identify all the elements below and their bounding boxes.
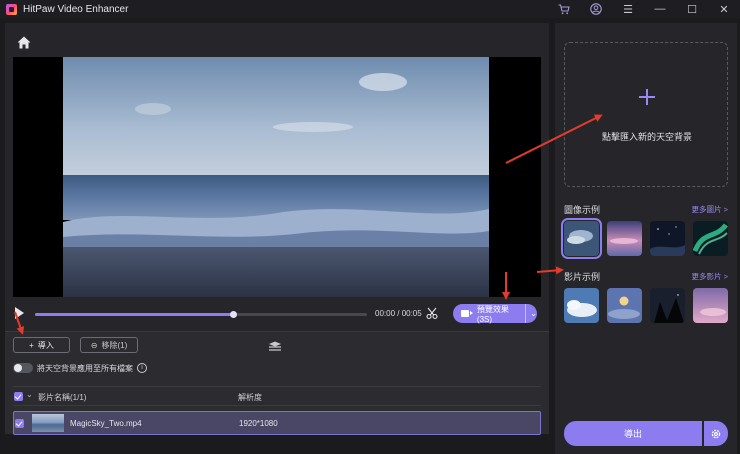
gear-icon <box>711 429 721 438</box>
import-label: 導入 <box>37 340 54 350</box>
title-bar-controls: ☰ — ☐ ✕ <box>548 0 740 18</box>
video-thumbnail <box>32 414 64 432</box>
remove-button[interactable]: ⊖ 移除(1) <box>80 337 138 353</box>
maximize-icon[interactable]: ☐ <box>676 0 708 18</box>
time-display: 00:00 / 00:05 <box>375 309 422 318</box>
video-examples-title: 影片示例 <box>564 272 601 282</box>
menu-icon[interactable]: ☰ <box>612 0 644 18</box>
image-examples-title: 圖像示例 <box>564 205 601 215</box>
column-header-resolution: 解析度 <box>238 393 262 402</box>
info-icon[interactable]: i <box>137 363 147 373</box>
file-list-panel: + 導入 ⊖ 移除(1) 將天空背景應用至所有檔案 i ⌄ 影片名稱(1/1) … <box>5 331 549 435</box>
row-checkbox[interactable] <box>15 419 24 428</box>
title-bar: HitPaw Video Enhancer ☰ — ☐ ✕ <box>0 0 740 18</box>
table-row[interactable]: MagicSky_Two.mp4 1920*1080 <box>13 411 541 435</box>
export-label: 導出 <box>623 429 642 439</box>
image-examples-list <box>561 218 728 259</box>
column-header-name: 影片名稱(1/1) <box>38 393 87 402</box>
image-example-3[interactable] <box>650 221 685 256</box>
image-example-4[interactable] <box>693 221 728 256</box>
play-button[interactable] <box>15 307 24 319</box>
scissors-icon[interactable] <box>425 306 439 320</box>
select-all-checkbox[interactable] <box>14 392 23 401</box>
export-button[interactable]: 導出 <box>564 421 702 446</box>
account-icon[interactable] <box>580 0 612 18</box>
home-icon[interactable] <box>17 36 31 49</box>
playback-controls: 00:00 / 00:05 預覽效果(3S) ⌄ <box>5 301 549 327</box>
video-frame-image <box>63 57 489 297</box>
close-icon[interactable]: ✕ <box>708 0 740 18</box>
video-example-1[interactable] <box>564 288 599 323</box>
sky-background-panel: 點擊匯入新的天空背景 圖像示例 更多圖片 > 影片示例 更多影片 > 導出 <box>555 23 737 454</box>
video-example-4[interactable] <box>693 288 728 323</box>
video-example-2[interactable] <box>607 288 642 323</box>
import-button[interactable]: + 導入 <box>13 337 70 353</box>
editor-panel: 00:00 / 00:05 預覽效果(3S) ⌄ + 導入 ⊖ 移除(1) 將天… <box>5 23 549 435</box>
dropzone-label: 點擊匯入新的天空背景 <box>601 132 692 142</box>
chevron-down-icon[interactable]: ⌄ <box>26 390 33 399</box>
layers-icon[interactable] <box>268 340 282 352</box>
video-preview[interactable] <box>13 57 541 297</box>
image-example-2[interactable] <box>607 221 642 256</box>
file-table-header: ⌄ 影片名稱(1/1) 解析度 <box>13 386 541 406</box>
export-settings-button[interactable] <box>704 421 728 446</box>
chevron-down-icon[interactable]: ⌄ <box>525 304 537 323</box>
app-title: HitPaw Video Enhancer <box>23 3 129 15</box>
plus-icon: + <box>29 340 34 350</box>
progress-slider[interactable] <box>35 311 367 318</box>
video-camera-icon <box>461 310 473 317</box>
image-example-1[interactable] <box>561 218 602 259</box>
progress-fill <box>35 311 238 318</box>
app-logo-icon <box>6 3 17 15</box>
minimize-icon[interactable]: — <box>644 0 676 18</box>
more-videos-link[interactable]: 更多影片 > <box>692 271 728 282</box>
preview-effect-button[interactable]: 預覽效果(3S) ⌄ <box>453 304 537 324</box>
apply-all-row: 將天空背景應用至所有檔案 i <box>13 362 147 374</box>
file-name: MagicSky_Two.mp4 <box>70 419 142 428</box>
video-example-3[interactable] <box>650 288 685 323</box>
import-sky-dropzone[interactable]: 點擊匯入新的天空背景 <box>564 42 728 187</box>
video-examples-list <box>564 288 728 323</box>
more-images-link[interactable]: 更多圖片 > <box>692 204 728 215</box>
app-window: HitPaw Video Enhancer ☰ — ☐ ✕ 00:00 / 00… <box>0 0 740 454</box>
cart-icon[interactable] <box>548 0 580 18</box>
progress-handle[interactable] <box>230 311 238 318</box>
file-resolution: 1920*1080 <box>239 419 278 428</box>
remove-icon: ⊖ <box>90 340 98 350</box>
preview-effect-label: 預覽效果(3S) <box>476 304 509 324</box>
apply-all-toggle[interactable] <box>13 363 33 373</box>
remove-label: 移除(1) <box>101 340 128 350</box>
apply-all-label: 將天空背景應用至所有檔案 <box>37 363 133 373</box>
plus-icon <box>639 89 655 105</box>
